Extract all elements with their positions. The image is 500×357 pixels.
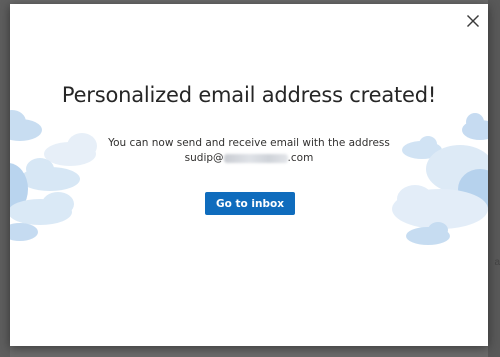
clouds-illustration bbox=[10, 110, 488, 245]
backdrop-left bbox=[0, 0, 10, 357]
right-clouds bbox=[392, 113, 488, 245]
backdrop-peek-text: a bbox=[494, 257, 500, 268]
success-dialog: Personalized email address created! You … bbox=[10, 4, 488, 346]
left-clouds bbox=[10, 110, 97, 241]
dialog-title: Personalized email address created! bbox=[61, 83, 437, 107]
redacted-email-part bbox=[223, 153, 288, 163]
message-text: You can now send and receive email with … bbox=[108, 137, 390, 149]
close-icon bbox=[467, 15, 479, 27]
go-to-inbox-button[interactable]: Go to inbox bbox=[205, 192, 295, 215]
email-prefix: sudip@ bbox=[184, 152, 224, 164]
email-suffix: .com bbox=[287, 152, 314, 164]
backdrop-right bbox=[488, 0, 500, 357]
dialog-message: You can now send and receive email with … bbox=[10, 136, 488, 166]
email-address: sudip@ .com bbox=[185, 151, 314, 166]
close-button[interactable] bbox=[462, 10, 484, 32]
